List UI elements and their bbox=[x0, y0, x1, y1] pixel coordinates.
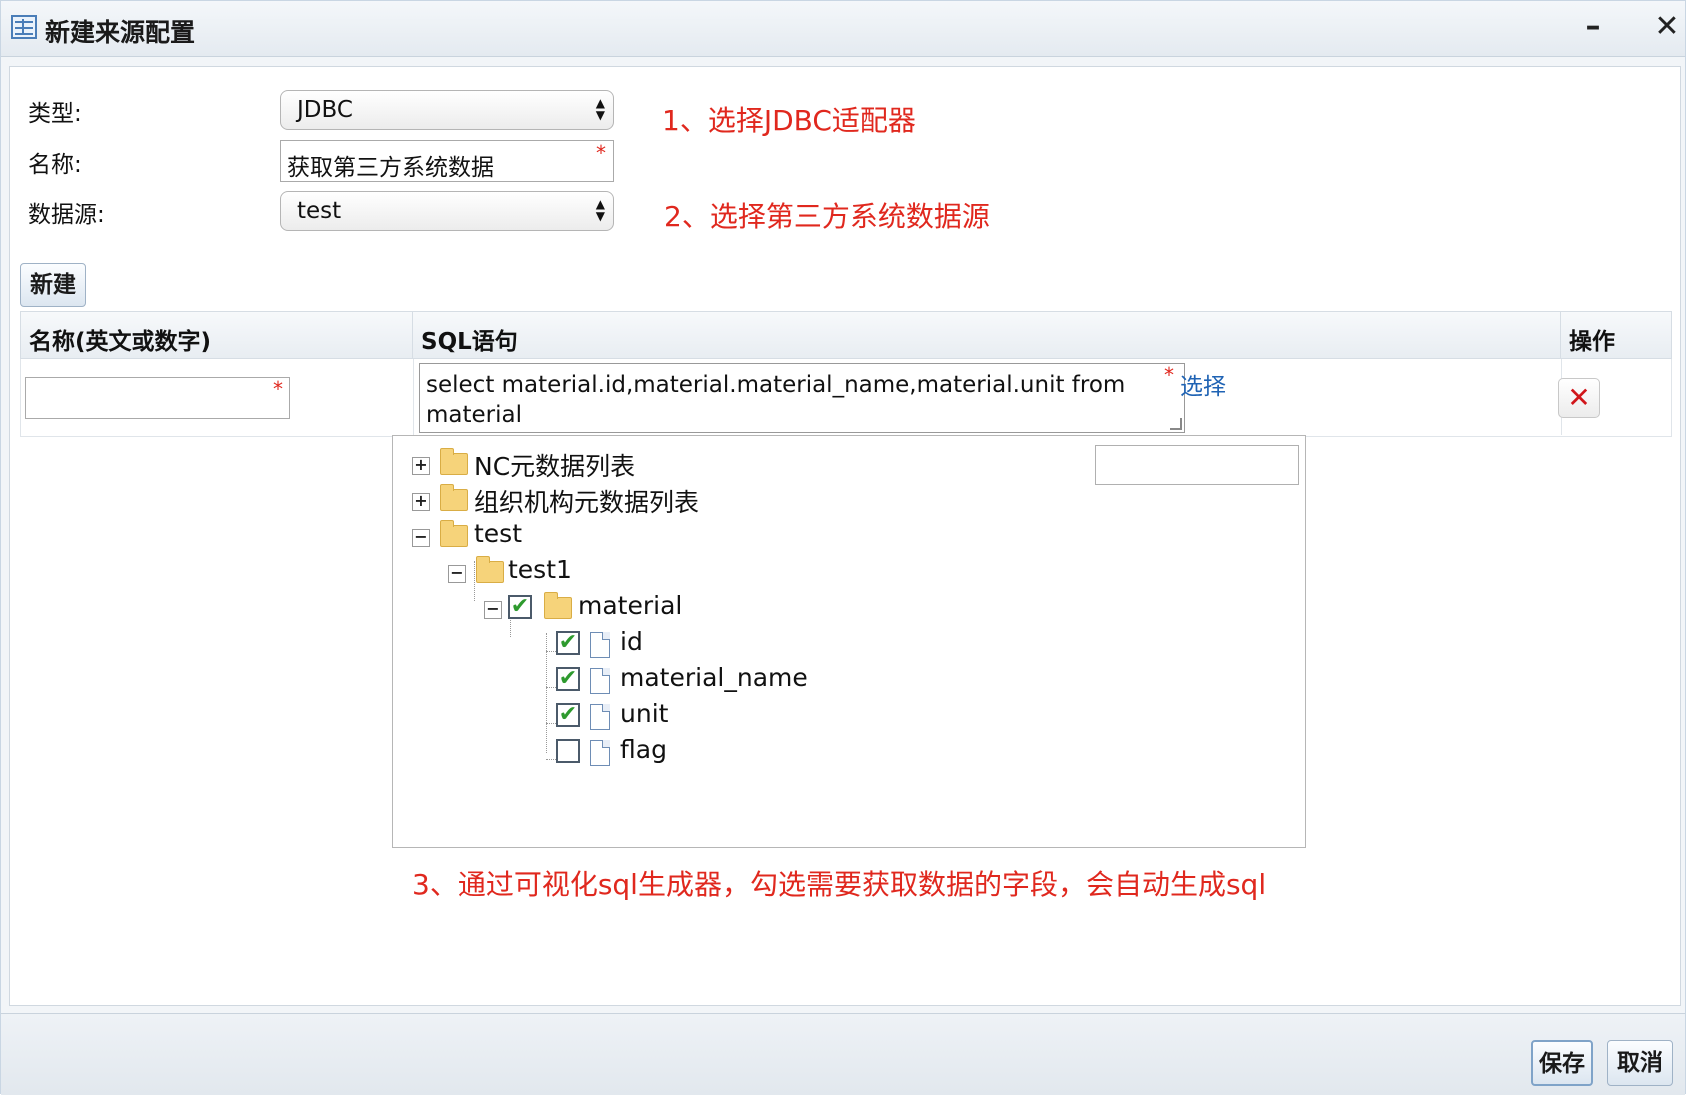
tree-node-org-metadata[interactable]: + 组织机构元数据列表 bbox=[412, 483, 712, 517]
type-label: 类型: bbox=[28, 101, 82, 127]
tree-node-label[interactable]: id bbox=[620, 627, 643, 656]
collapse-icon[interactable]: − bbox=[448, 565, 466, 583]
dialog-window: 新建来源配置 – ✕ 类型: JDBC ▲ ▼ 1、选择JDBC适配器 名称: 获… bbox=[0, 0, 1686, 1095]
column-header-name: 名称(英文或数字) bbox=[21, 312, 413, 358]
datasource-label: 数据源: bbox=[28, 202, 105, 228]
column-header-sql: SQL语句 bbox=[413, 312, 1561, 358]
sql-textarea[interactable]: select material.id,material.material_nam… bbox=[419, 363, 1185, 433]
datasource-select-value: test bbox=[297, 198, 342, 224]
tree-node-flag[interactable]: flag bbox=[556, 735, 696, 769]
tree-node-label[interactable]: material_name bbox=[620, 663, 808, 692]
folder-open-icon bbox=[544, 592, 572, 619]
annotation-step2: 2、选择第三方系统数据源 bbox=[664, 200, 990, 233]
collapse-icon[interactable]: − bbox=[484, 601, 502, 619]
folder-open-icon bbox=[440, 520, 468, 547]
id-checkbox[interactable]: ✔ bbox=[556, 631, 580, 655]
dialog-footer: 保存 取消 bbox=[1, 1013, 1685, 1095]
document-icon bbox=[590, 668, 610, 694]
tree-guide-line bbox=[546, 687, 556, 688]
tree-guide-line bbox=[546, 759, 556, 760]
tree-guide-line bbox=[546, 723, 556, 724]
tree-guide-line bbox=[546, 651, 556, 652]
save-button[interactable]: 保存 bbox=[1531, 1040, 1593, 1086]
tree-node-test1[interactable]: − test1 bbox=[448, 555, 608, 589]
tree-node-test[interactable]: − test bbox=[412, 519, 572, 553]
datasource-select[interactable]: test ▲ ▼ bbox=[280, 191, 614, 231]
expand-icon[interactable]: + bbox=[412, 457, 430, 475]
tree-node-label[interactable]: test1 bbox=[508, 555, 572, 584]
collapse-icon[interactable]: − bbox=[412, 529, 430, 547]
name-label: 名称: bbox=[28, 152, 82, 178]
tree-node-label[interactable]: test bbox=[474, 519, 522, 548]
tree-node-nc-metadata[interactable]: + NC元数据列表 bbox=[412, 447, 652, 481]
column-divider bbox=[413, 359, 414, 435]
folder-icon bbox=[440, 484, 468, 511]
close-button[interactable]: ✕ bbox=[1649, 9, 1685, 45]
select-arrows-icon: ▲ ▼ bbox=[595, 197, 605, 223]
dialog-title: 新建来源配置 bbox=[45, 18, 196, 47]
tree-node-unit[interactable]: ✔ unit bbox=[556, 699, 696, 733]
folder-icon bbox=[440, 448, 468, 475]
name-input-value: 获取第三方系统数据 bbox=[287, 155, 494, 181]
tree-search-input[interactable] bbox=[1095, 445, 1299, 485]
title-bar: 新建来源配置 – ✕ bbox=[1, 1, 1685, 57]
delete-row-button[interactable]: ✕ bbox=[1558, 378, 1600, 418]
tree-node-label[interactable]: flag bbox=[620, 735, 667, 764]
tree-node-label[interactable]: unit bbox=[620, 699, 668, 728]
document-icon bbox=[590, 632, 610, 658]
material-name-checkbox[interactable]: ✔ bbox=[556, 667, 580, 691]
annotation-step3: 3、通过可视化sql生成器，勾选需要获取数据的字段，会自动生成sql bbox=[412, 868, 1267, 901]
type-select-value: JDBC bbox=[297, 97, 353, 123]
unit-checkbox[interactable]: ✔ bbox=[556, 703, 580, 727]
type-select[interactable]: JDBC ▲ ▼ bbox=[280, 90, 614, 130]
cancel-button[interactable]: 取消 bbox=[1607, 1040, 1673, 1086]
tree-node-material[interactable]: − ✔ material bbox=[484, 591, 704, 625]
row-name-input[interactable] bbox=[25, 377, 290, 419]
sql-text: select material.id,material.material_nam… bbox=[426, 372, 1126, 428]
tree-node-label[interactable]: 组织机构元数据列表 bbox=[474, 483, 699, 519]
tree-node-label[interactable]: NC元数据列表 bbox=[474, 447, 635, 483]
material-checkbox[interactable]: ✔ bbox=[508, 595, 532, 619]
select-sql-link[interactable]: 选择 bbox=[1180, 367, 1226, 401]
folder-open-icon bbox=[476, 556, 504, 583]
document-icon bbox=[590, 740, 610, 766]
tree-node-label[interactable]: material bbox=[578, 591, 682, 620]
required-asterisk: * bbox=[1164, 363, 1174, 387]
dialog-content: 类型: JDBC ▲ ▼ 1、选择JDBC适配器 名称: 获取第三方系统数据 * … bbox=[9, 66, 1681, 1006]
table-icon bbox=[11, 15, 37, 39]
grid-header: 名称(英文或数字) SQL语句 操作 bbox=[20, 311, 1672, 359]
tree-node-material-name[interactable]: ✔ material_name bbox=[556, 663, 816, 697]
tree-node-id[interactable]: ✔ id bbox=[556, 627, 676, 661]
name-input[interactable]: 获取第三方系统数据 bbox=[280, 140, 614, 182]
document-icon bbox=[590, 704, 610, 730]
new-button[interactable]: 新建 bbox=[20, 263, 86, 307]
required-asterisk: * bbox=[596, 141, 606, 165]
column-header-actions: 操作 bbox=[1569, 329, 1615, 355]
annotation-step1: 1、选择JDBC适配器 bbox=[662, 104, 916, 137]
required-asterisk: * bbox=[273, 377, 283, 401]
resize-grip-icon[interactable] bbox=[1170, 418, 1182, 430]
select-arrows-icon: ▲ ▼ bbox=[595, 96, 605, 122]
flag-checkbox[interactable] bbox=[556, 739, 580, 763]
delete-icon: ✕ bbox=[1567, 381, 1591, 414]
expand-icon[interactable]: + bbox=[412, 493, 430, 511]
minimize-button[interactable]: – bbox=[1575, 9, 1611, 45]
